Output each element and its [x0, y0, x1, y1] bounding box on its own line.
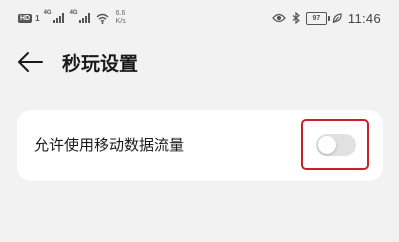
toggle-knob [318, 136, 336, 154]
network-speed: 6.6 K/s [116, 10, 126, 26]
back-arrow-icon[interactable] [16, 50, 44, 74]
mobile-data-toggle[interactable] [316, 134, 356, 156]
signal-icon [78, 13, 90, 23]
wifi-icon [96, 13, 109, 24]
mobile-data-label: 允许使用移动数据流量 [34, 136, 185, 154]
battery-icon: 97 [305, 11, 330, 25]
network-speed-value: 6.6 [115, 10, 126, 17]
status-bar-left: HD 1 4G 4G 6.6 K/s [18, 8, 126, 28]
sim-slot-number: 1 [35, 13, 40, 23]
hd-badge: HD [18, 13, 33, 23]
bluetooth-icon [292, 12, 300, 24]
signal-icon [52, 13, 64, 23]
status-bar: HD 1 4G 4G 6.6 K/s 97 11:46 [0, 0, 399, 34]
network-type-label: 4G [69, 10, 78, 16]
network-speed-unit: K/s [115, 18, 126, 25]
eye-icon [272, 13, 286, 23]
leaf-icon [332, 12, 342, 23]
page-title: 秒玩设置 [62, 53, 139, 75]
clock: 11:46 [347, 10, 381, 26]
settings-card: 允许使用移动数据流量 [17, 110, 383, 181]
status-bar-right: 97 11:46 [272, 8, 381, 28]
network-type-label: 4G [43, 10, 52, 16]
page-header: 秒玩设置 [0, 38, 399, 86]
